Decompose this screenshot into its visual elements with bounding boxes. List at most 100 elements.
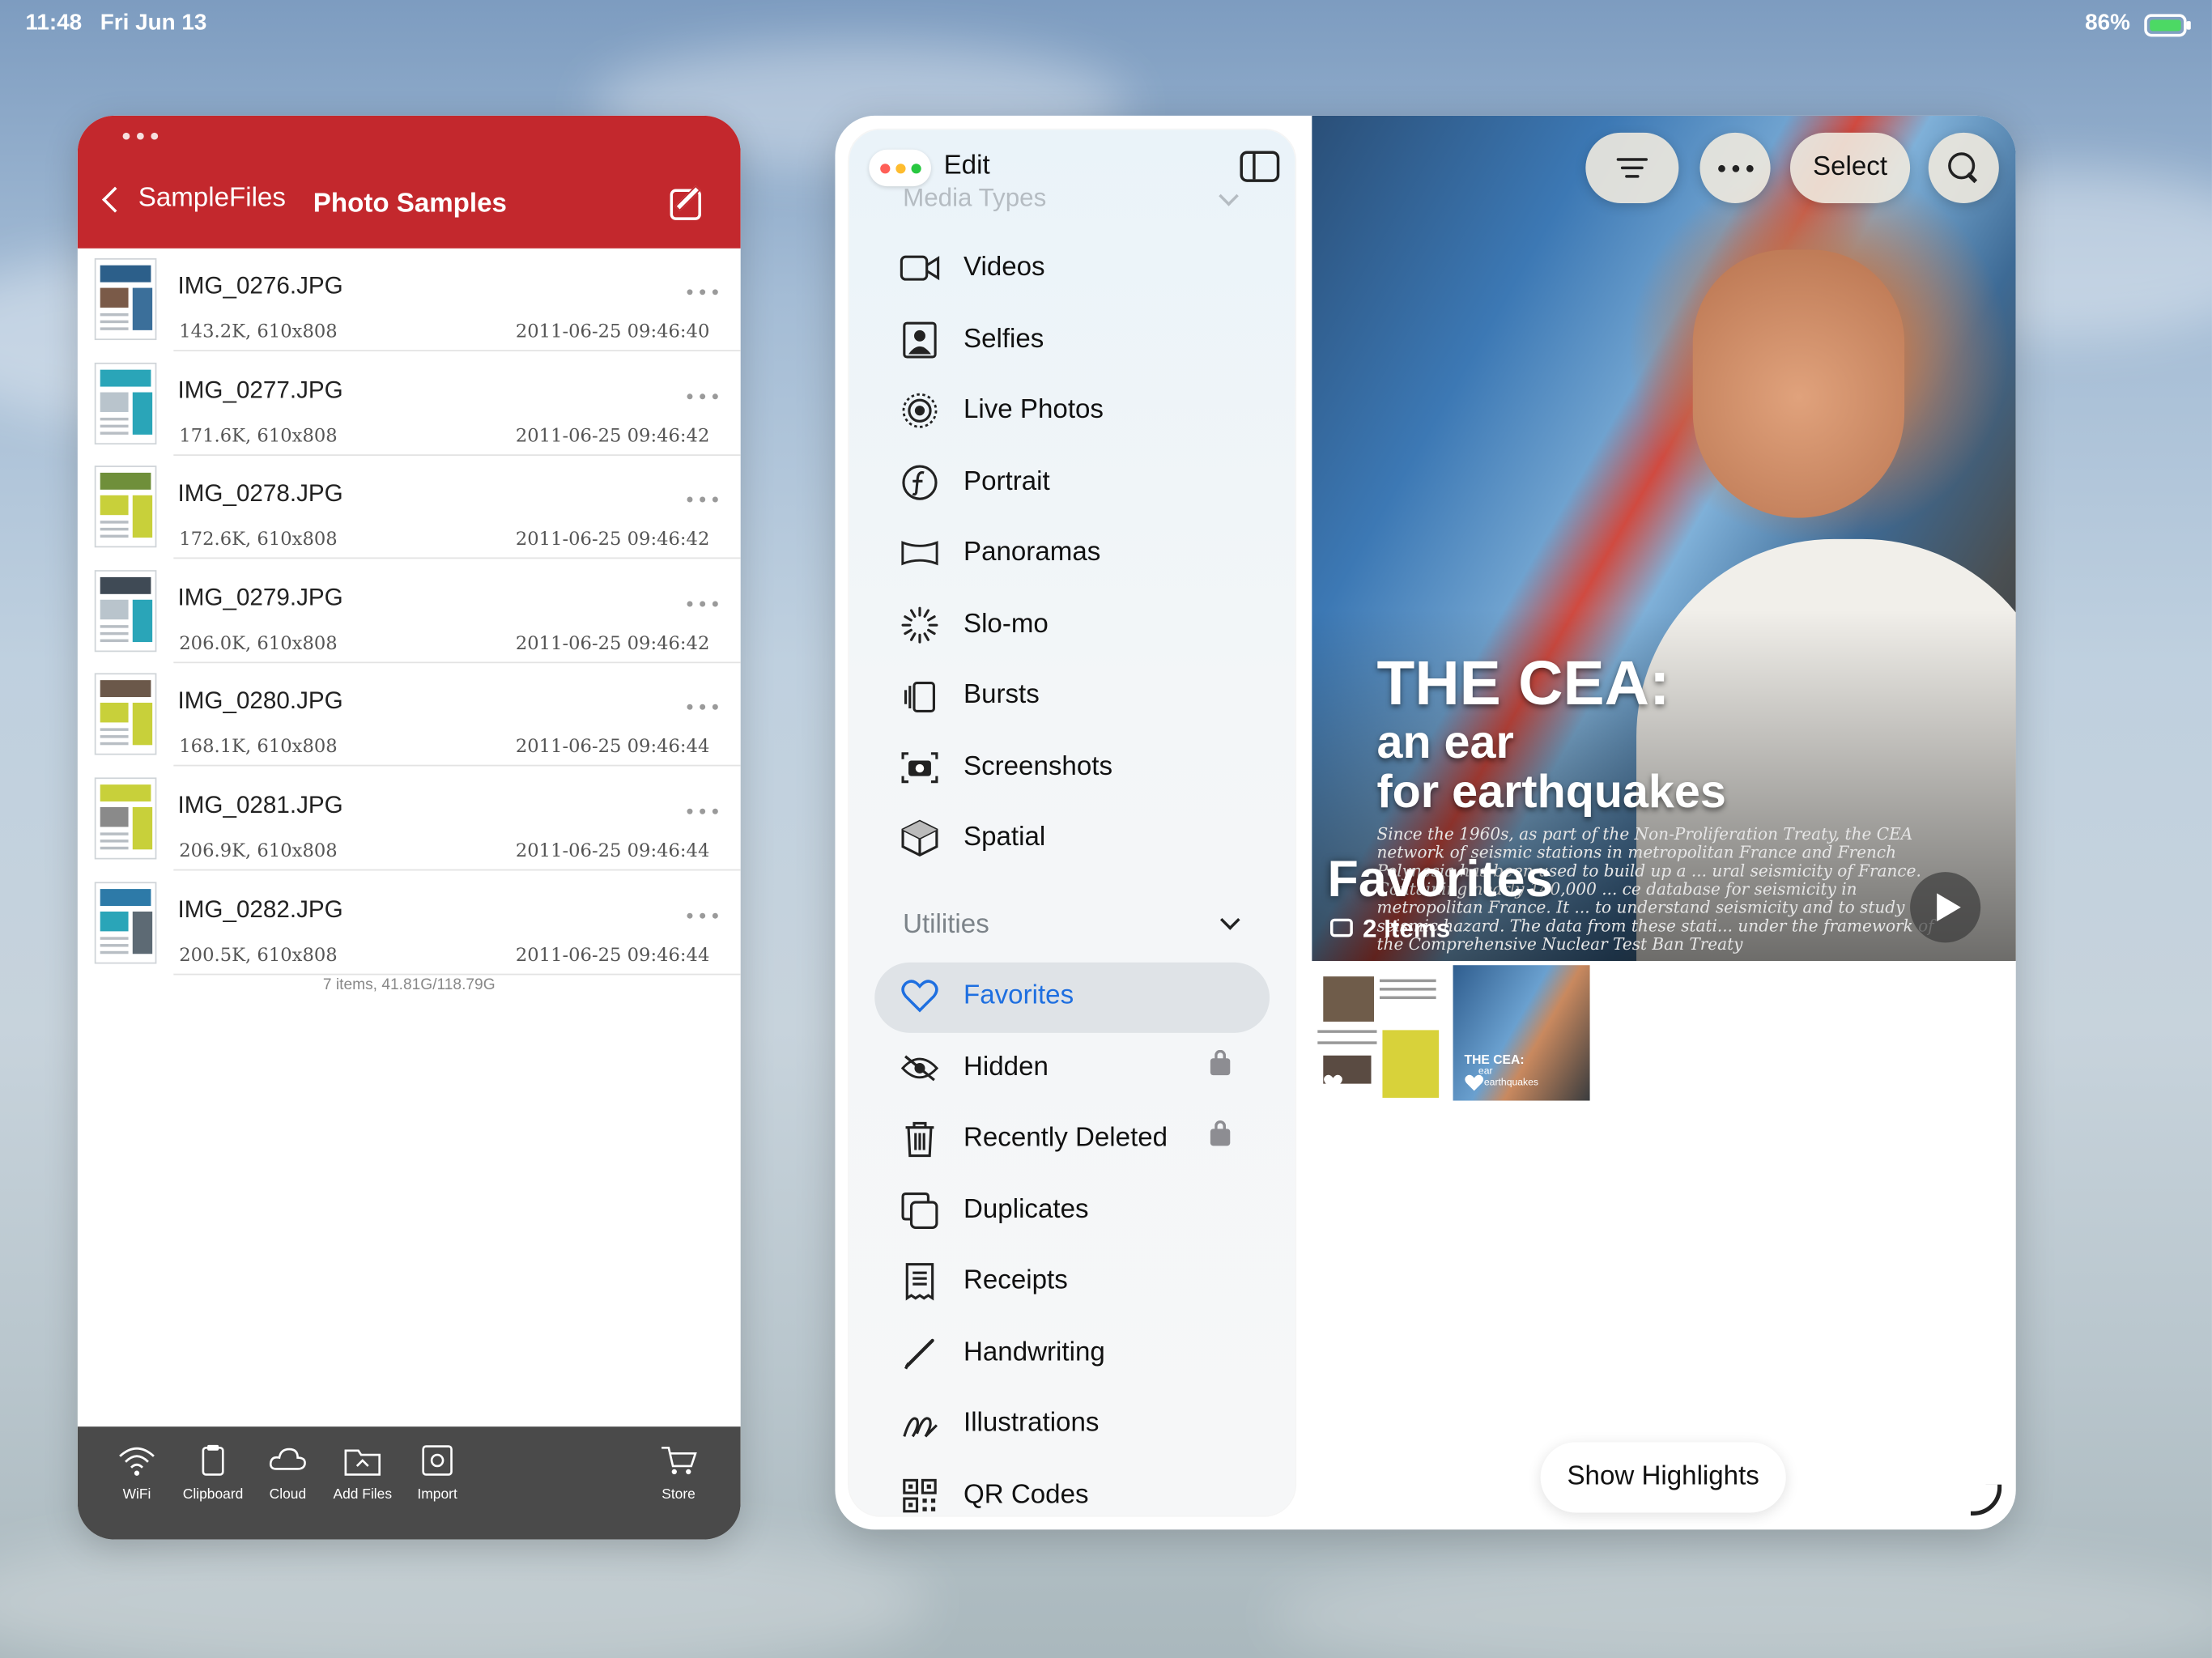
sidebar-item-selfies[interactable]: Selfies: [849, 307, 1295, 372]
trash-icon: [900, 1120, 940, 1158]
sidebar-item-label: Screenshots: [963, 751, 1113, 781]
file-date: 2011-06-25 09:46:42: [515, 633, 710, 655]
store-button[interactable]: Store: [636, 1443, 721, 1503]
desktop: 11:48 Fri Jun 13 86% SampleFiles Photo S…: [0, 0, 2212, 1658]
edit-button[interactable]: Edit: [944, 151, 990, 182]
show-highlights-button[interactable]: Show Highlights: [1540, 1442, 1786, 1513]
file-thumbnail: [94, 466, 157, 548]
photo-thumbnail[interactable]: THE CEA: ear earthquakes: [1453, 965, 1590, 1101]
sidebar-item-screenshots[interactable]: Screenshots: [849, 734, 1295, 799]
more-icon[interactable]: [687, 289, 718, 295]
folder-add-icon: [344, 1449, 381, 1476]
import-button[interactable]: Import: [395, 1443, 480, 1503]
thumbnail-text-line: [1317, 1030, 1377, 1033]
sidebar-item-favorites[interactable]: Favorites: [849, 962, 1295, 1033]
sidebar-item-panoramas[interactable]: Panoramas: [849, 521, 1295, 585]
photo-thumbnail[interactable]: [1312, 965, 1444, 1101]
panorama-icon: [900, 535, 940, 572]
file-name: IMG_0280.JPG: [177, 687, 343, 715]
file-thumbnail: [94, 257, 157, 341]
cloud-icon: [269, 1448, 306, 1470]
sidebar-item-label: Slo-mo: [963, 609, 1049, 639]
store-label: Store: [661, 1487, 696, 1503]
more-icon[interactable]: [687, 496, 718, 503]
more-icon[interactable]: [687, 601, 718, 607]
sidebar-item-live-photos[interactable]: Live Photos: [849, 378, 1295, 443]
file-size: 168.1K, 610x808: [179, 737, 338, 759]
sidebar-item-slo-mo[interactable]: Slo-mo: [849, 592, 1295, 657]
file-size: 206.0K, 610x808: [179, 633, 338, 655]
select-button[interactable]: Select: [1789, 132, 1911, 203]
clipboard-button[interactable]: Clipboard: [171, 1443, 256, 1503]
sidebar-item-label: Panoramas: [963, 538, 1101, 568]
file-row[interactable]: IMG_0281.JPG 206.9K, 610x808 2011-06-25 …: [78, 767, 741, 871]
file-row[interactable]: IMG_0282.JPG 200.5K, 610x808 2011-06-25 …: [78, 871, 741, 975]
window-controls[interactable]: [869, 149, 931, 187]
sidebar-item-spatial[interactable]: Spatial: [849, 806, 1295, 870]
file-row[interactable]: IMG_0277.JPG 171.6K, 610x808 2011-06-25 …: [78, 352, 741, 456]
thumbnail-yellow-block: [1382, 1030, 1440, 1099]
window-resize-handle[interactable]: [1970, 1484, 2002, 1516]
filter-icon: [1616, 152, 1648, 183]
sidebar-item-qr-codes[interactable]: QR Codes: [849, 1463, 1295, 1516]
compose-icon[interactable]: [670, 189, 701, 220]
sidebar-item-handwriting[interactable]: Handwriting: [849, 1320, 1295, 1385]
hero-portrait-head: [1692, 249, 1905, 518]
sidebar-item-bursts[interactable]: Bursts: [849, 663, 1295, 728]
screenshot-icon: [900, 749, 940, 785]
sort-filter-button[interactable]: [1585, 132, 1679, 203]
wifi-button[interactable]: WiFi: [95, 1443, 180, 1503]
chevron-down-icon[interactable]: [1219, 185, 1239, 206]
thumbnail-caption-1: THE CEA:: [1464, 1052, 1525, 1067]
portrait-icon: [900, 464, 940, 500]
sidebar-item-portrait[interactable]: Portrait: [849, 449, 1295, 514]
more-button[interactable]: [1699, 132, 1771, 203]
section-media-types[interactable]: Media Types: [903, 184, 1046, 214]
sidebar-item-receipts[interactable]: Receipts: [849, 1249, 1295, 1314]
cart-icon: [661, 1447, 697, 1475]
cloud-button[interactable]: Cloud: [245, 1443, 330, 1503]
sidebar-item-label: Receipts: [963, 1265, 1068, 1296]
favorite-heart-icon: [1324, 1074, 1342, 1091]
add-files-label: Add Files: [333, 1487, 393, 1503]
row-divider: [173, 972, 741, 975]
sidebar-item-illustrations[interactable]: Illustrations: [849, 1392, 1295, 1456]
sidebar-item-duplicates[interactable]: Duplicates: [849, 1178, 1295, 1243]
add-files-button[interactable]: Add Files: [321, 1443, 406, 1503]
import-icon: [422, 1445, 453, 1476]
sidebar-item-label: Recently Deleted: [963, 1123, 1168, 1154]
sidebar-item-recently-deleted[interactable]: Recently Deleted: [849, 1107, 1295, 1171]
file-row[interactable]: IMG_0278.JPG 172.6K, 610x808 2011-06-25 …: [78, 456, 741, 559]
hero-subtitle-2: for earthquakes: [1376, 764, 1726, 818]
file-date: 2011-06-25 09:46:42: [515, 425, 710, 447]
section-utilities[interactable]: Utilities: [903, 910, 989, 941]
sidebar-item-hidden[interactable]: Hidden: [849, 1035, 1295, 1099]
minimize-dot-icon[interactable]: [895, 163, 905, 173]
file-row[interactable]: IMG_0280.JPG 168.1K, 610x808 2011-06-25 …: [78, 664, 741, 767]
maximize-dot-icon[interactable]: [910, 163, 921, 173]
hero-title: THE CEA:: [1376, 648, 1670, 719]
back-label: SampleFiles: [138, 183, 286, 214]
file-name: IMG_0281.JPG: [177, 791, 343, 818]
search-button[interactable]: [1928, 132, 1999, 203]
more-icon[interactable]: [687, 393, 718, 399]
more-icon[interactable]: [687, 912, 718, 918]
album-hero-image[interactable]: THE CEA: an ear for earthquakes Since th…: [1312, 115, 2016, 961]
play-button[interactable]: [1910, 872, 1981, 943]
more-icon[interactable]: [687, 704, 718, 711]
file-date: 2011-06-25 09:46:42: [515, 529, 710, 551]
battery-percent: 86%: [2085, 11, 2130, 36]
more-icon[interactable]: [687, 808, 718, 814]
battery-icon: [2144, 14, 2191, 37]
file-name: IMG_0279.JPG: [177, 584, 343, 611]
back-button[interactable]: SampleFiles: [97, 184, 286, 215]
photos-window: THE CEA: an ear for earthquakes Since th…: [835, 115, 2016, 1530]
chevron-down-icon[interactable]: [1219, 910, 1240, 930]
file-row[interactable]: IMG_0276.JPG 143.2K, 610x808 2011-06-25 …: [78, 249, 741, 352]
sidebar-toggle-icon[interactable]: [1240, 151, 1280, 182]
window-handle[interactable]: [122, 132, 159, 140]
row-divider: [173, 869, 741, 871]
close-dot-icon[interactable]: [879, 163, 890, 173]
sidebar-item-videos[interactable]: Videos: [849, 236, 1295, 300]
file-row[interactable]: IMG_0279.JPG 206.0K, 610x808 2011-06-25 …: [78, 560, 741, 663]
